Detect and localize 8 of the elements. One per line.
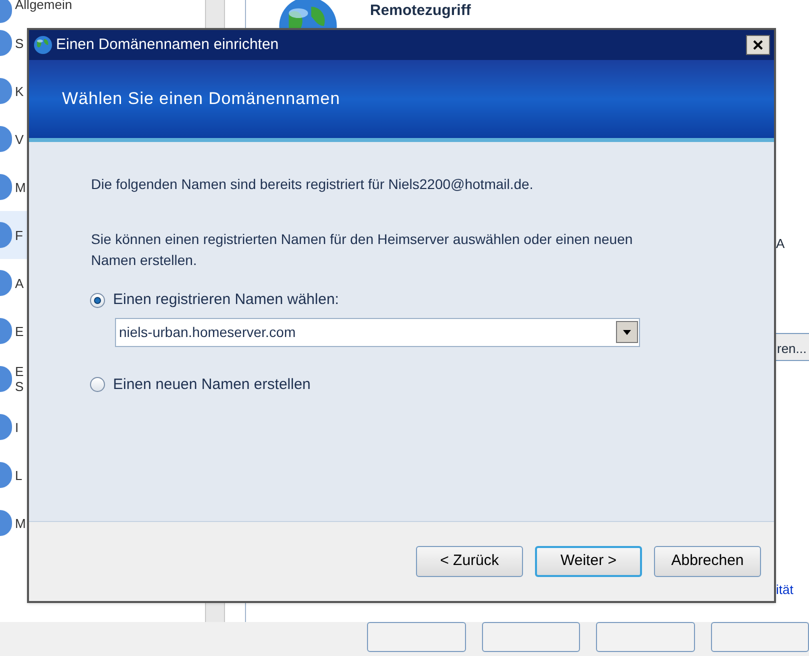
panel-title: Remotezugriff — [370, 1, 471, 21]
intro-text: Die folgenden Namen sind bereits registriert für Niels2200@hotmail.de. — [91, 175, 534, 194]
panel-text: A — [776, 235, 785, 253]
description-text: Sie können einen registrierten Namen für den Heimserver auswählen oder einen neuen Namen erstellen. — [91, 230, 634, 270]
window-title: Einen Domänennamen einrichten — [56, 34, 280, 55]
option-label: Einen registrieren Namen wählen: — [113, 290, 339, 310]
banner-heading: Wählen Sie einen Domänennamen — [62, 88, 340, 110]
option-label: Einen neuen Namen erstellen — [113, 374, 311, 394]
